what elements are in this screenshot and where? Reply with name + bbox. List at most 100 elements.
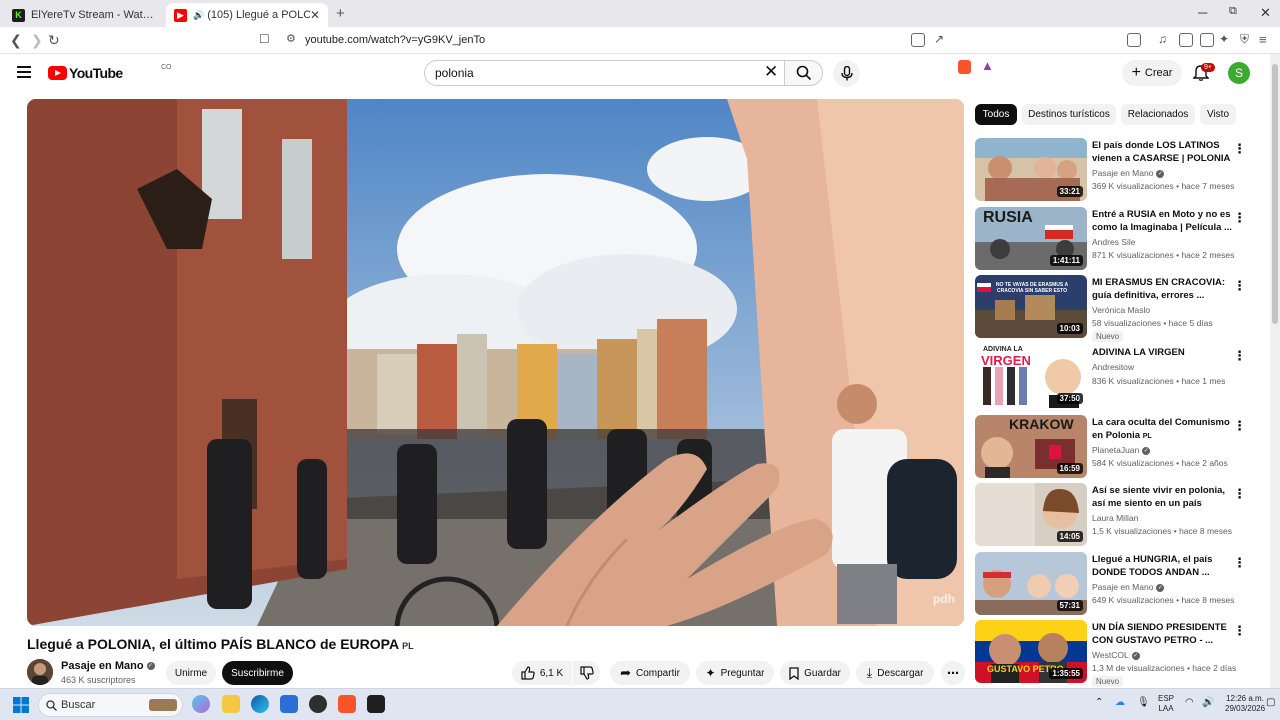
wifi-icon[interactable]: ◠ [1185, 698, 1194, 708]
more-vertical-icon[interactable]: ⋮ [1233, 278, 1246, 294]
tab-title: (105) Llegué a POLONIA, el últ [207, 9, 310, 21]
related-video[interactable]: 33:21 El país donde LOS LATINOS vienen a… [975, 138, 1261, 202]
hamburger-menu-icon[interactable] [17, 66, 31, 81]
edge-icon[interactable] [251, 695, 269, 713]
more-vertical-icon[interactable]: ⋮ [1233, 210, 1246, 226]
cast-icon[interactable] [911, 33, 925, 47]
vpn-shield-icon[interactable]: ⛨ [1240, 32, 1249, 47]
related-video[interactable]: 14:05 Así se siente vivir en polonia, as… [975, 483, 1261, 547]
youtube-logo[interactable]: YouTube CO [48, 64, 172, 81]
create-button[interactable]: + Crear [1122, 60, 1182, 86]
taskbar-search[interactable]: Buscar [38, 693, 183, 717]
dislike-button[interactable] [573, 661, 600, 685]
video-thumbnail[interactable]: ADIVINA LA VIRGEN 37:50 [975, 345, 1087, 408]
related-meta: 584 K visualizaciones • hace 2 años [1092, 458, 1228, 468]
file-explorer-icon[interactable] [222, 695, 240, 713]
tray-chevron-icon[interactable]: ⌃ [1095, 698, 1103, 708]
back-icon[interactable]: ❮ [10, 32, 22, 49]
join-button[interactable]: Unirme [166, 661, 216, 685]
related-channel: Laura Millan [1092, 513, 1139, 523]
verified-icon: ✓ [146, 662, 155, 671]
store-icon[interactable] [280, 695, 298, 713]
save-button[interactable]: Guardar [780, 661, 850, 685]
wallet-icon[interactable] [1200, 33, 1214, 47]
url-field[interactable]: youtube.com/watch?v=yG9KV_jenTo [305, 34, 485, 46]
related-video[interactable]: NO TE VAYAS DE ERASMUS A CRACOVIA SIN SA… [975, 275, 1261, 342]
related-channel: Pasaje en Mano ✓ [1092, 168, 1165, 178]
video-thumbnail[interactable]: NO TE VAYAS DE ERASMUS A CRACOVIA SIN SA… [975, 275, 1087, 338]
related-video[interactable]: KRAKOW 16:59 La cara oculta del Comunism… [975, 415, 1261, 479]
chip-todos[interactable]: Todos [975, 104, 1017, 125]
windows-start-icon[interactable] [13, 697, 29, 713]
minimize-icon[interactable]: ─ [1198, 5, 1207, 20]
search-button[interactable] [784, 60, 823, 86]
close-tab-icon[interactable]: ✕ [310, 8, 320, 22]
new-tab-button[interactable]: + [336, 5, 345, 22]
thumbs-up-icon [521, 666, 535, 680]
ask-button[interactable]: ✦ Preguntar [696, 661, 774, 685]
menu-icon[interactable]: ≡ [1259, 32, 1267, 47]
browser-tab-kick[interactable]: K ElYereTv Stream - Watch Live on Kick [4, 3, 162, 27]
reading-icon[interactable] [1179, 33, 1193, 47]
search-box: ✕ [424, 60, 785, 86]
new-badge: Nuevo [1092, 331, 1124, 342]
browser-tab-youtube[interactable]: ▶ 🔊 (105) Llegué a POLONIA, el últ ✕ [166, 3, 328, 27]
sidebar-toggle-icon[interactable] [1127, 33, 1141, 47]
download-button[interactable]: ⤓ Descargar [856, 661, 934, 685]
onedrive-icon[interactable]: ☁ [1115, 698, 1125, 708]
bookmark-icon[interactable]: ☐ [259, 32, 270, 46]
microphone-icon[interactable]: 🎙 [1137, 698, 1150, 708]
clock[interactable]: 12:26 a.m. 29/03/2026 [1225, 694, 1265, 714]
page-scrollbar[interactable] [1270, 54, 1280, 688]
more-vertical-icon[interactable]: ⋮ [1233, 486, 1246, 502]
brave-icon[interactable] [338, 695, 356, 713]
copilot-icon[interactable] [192, 695, 210, 713]
windows-taskbar: Buscar ⌃ ☁ 🎙 ESP LAA ◠ 🔊 12:26 a.m. 29/0… [0, 688, 1280, 720]
video-thumbnail[interactable]: 14:05 [975, 483, 1087, 546]
search-input[interactable] [435, 66, 735, 80]
related-meta: 836 K visualizaciones • hace 1 mes [1092, 376, 1226, 386]
reload-icon[interactable]: ↻ [48, 32, 60, 49]
site-info-icon[interactable]: ⚙ [286, 32, 296, 45]
music-icon[interactable]: ♫ [1158, 32, 1167, 46]
video-thumbnail[interactable]: GUSTAVO PETRO 1:35:55 [975, 620, 1087, 683]
voice-search-button[interactable] [833, 60, 860, 87]
related-video[interactable]: RUSIA 1:41:11 Entré a RUSIA en Moto y no… [975, 207, 1261, 271]
share-page-icon[interactable]: ↗ [934, 32, 944, 46]
capcut-icon[interactable] [367, 695, 385, 713]
like-button[interactable]: 6,1 K [512, 661, 572, 685]
related-video[interactable]: 57:31 Llegué a HUNGRIA, el país DONDE TO… [975, 552, 1261, 616]
scrollbar-thumb[interactable] [1272, 64, 1278, 324]
chip-visto[interactable]: Visto [1200, 104, 1236, 125]
subscribe-button[interactable]: Suscribirme [222, 661, 293, 685]
forward-icon[interactable]: ❯ [31, 32, 43, 49]
account-avatar[interactable]: S [1228, 62, 1250, 84]
video-thumbnail[interactable]: 57:31 [975, 552, 1087, 615]
close-window-icon[interactable]: ✕ [1260, 5, 1271, 21]
volume-icon[interactable]: 🔊 [1202, 698, 1214, 708]
more-vertical-icon[interactable]: ⋮ [1233, 418, 1246, 434]
app-icon[interactable] [309, 695, 327, 713]
speaker-icon[interactable]: 🔊 [193, 10, 204, 21]
maximize-icon[interactable]: ⧉ [1229, 5, 1237, 18]
video-thumbnail[interactable]: 33:21 [975, 138, 1087, 201]
related-video[interactable]: GUSTAVO PETRO 1:35:55 UN DÍA SIENDO PRES… [975, 620, 1261, 687]
more-actions-button[interactable]: ⋯ [941, 661, 965, 685]
more-vertical-icon[interactable]: ⋮ [1233, 623, 1246, 639]
more-vertical-icon[interactable]: ⋮ [1233, 348, 1246, 364]
more-vertical-icon[interactable]: ⋮ [1233, 141, 1246, 157]
video-thumbnail[interactable]: KRAKOW 16:59 [975, 415, 1087, 478]
language-indicator[interactable]: ESP LAA [1158, 694, 1174, 714]
leo-ai-icon[interactable]: ✦ [1219, 32, 1229, 46]
share-button[interactable]: ➦ Compartir [610, 661, 690, 685]
video-player[interactable]: pdh [27, 99, 964, 626]
related-video[interactable]: ADIVINA LA VIRGEN 37:50 ADIVINA LA VIRGE… [975, 345, 1261, 409]
chip-destinos[interactable]: Destinos turísticos [1022, 104, 1116, 125]
channel-avatar[interactable] [27, 659, 53, 685]
chip-relacionados[interactable]: Relacionados [1121, 104, 1195, 125]
channel-name[interactable]: Pasaje en Mano ✓ [61, 660, 155, 672]
more-vertical-icon[interactable]: ⋮ [1233, 555, 1246, 571]
video-thumbnail[interactable]: RUSIA 1:41:11 [975, 207, 1087, 270]
notification-center-icon[interactable]: ▢ [1266, 698, 1275, 708]
clear-search-icon[interactable]: ✕ [764, 62, 778, 82]
